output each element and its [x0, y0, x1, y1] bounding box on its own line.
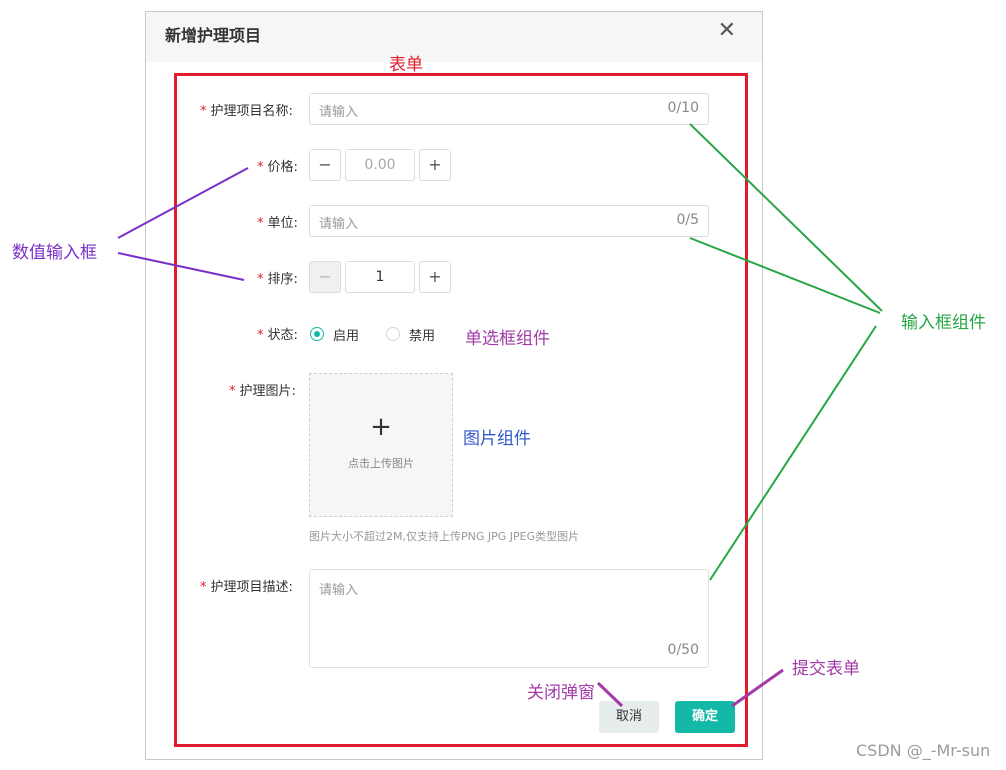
- close-annotation-line: [596, 681, 624, 708]
- annotation-numeric-input: 数值输入框: [12, 243, 97, 263]
- annotation-close-dialog: 关闭弹窗: [527, 683, 595, 703]
- annotation-input-component: 输入框组件: [901, 313, 986, 333]
- input-annotation-line-2: [689, 237, 881, 314]
- numeric-annotation-line-1: [117, 167, 249, 239]
- input-annotation-line-1: [689, 123, 883, 312]
- submit-annotation-line: [731, 668, 784, 708]
- annotation-image-component: 图片组件: [463, 429, 531, 449]
- annotation-radio-component: 单选框组件: [465, 329, 550, 349]
- numeric-annotation-line-2: [117, 252, 245, 281]
- input-annotation-line-3: [709, 325, 877, 581]
- annotation-submit-form: 提交表单: [792, 659, 860, 679]
- annotation-form: 表单: [389, 55, 423, 75]
- watermark: CSDN @_-Mr-sun: [856, 741, 991, 760]
